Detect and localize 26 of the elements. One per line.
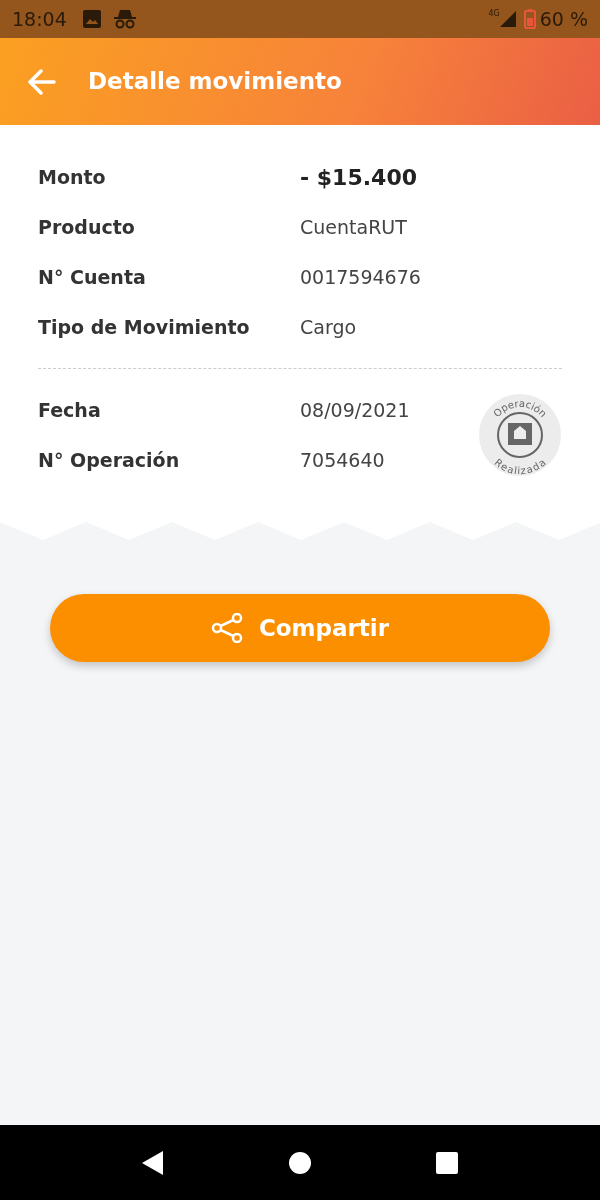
recents-icon[interactable] [434,1150,459,1175]
field-value: 7054640 [300,447,385,473]
field-label: N° Operación [38,447,181,473]
field-label: Producto [38,214,136,240]
battery-level: 60 % [539,6,588,32]
home-icon[interactable] [288,1150,312,1175]
field-label: Monto [38,164,107,190]
battery-icon [523,9,536,29]
screen-title: Detalle movimiento [88,67,342,97]
field-label: Fecha [38,397,102,423]
field-value: - $15.400 [300,163,417,192]
signal-icon [499,11,516,27]
field-value: CuentaRUT [300,214,407,240]
field-value: 0017594676 [300,264,421,290]
field-label: Tipo de Movimiento [38,314,251,340]
image-icon [82,10,101,28]
field-label: N° Cuenta [38,264,147,290]
share-icon [210,613,243,643]
field-value: Cargo [300,314,357,340]
network-type: 4G [488,8,500,20]
stamp-seal: Operación Realizada [478,393,562,477]
field-value: 08/09/2021 [300,397,410,423]
status-time: 18:04 [12,6,67,32]
back-icon[interactable] [141,1149,166,1176]
incognito-icon [112,9,137,29]
share-button[interactable]: Compartir [50,594,550,662]
